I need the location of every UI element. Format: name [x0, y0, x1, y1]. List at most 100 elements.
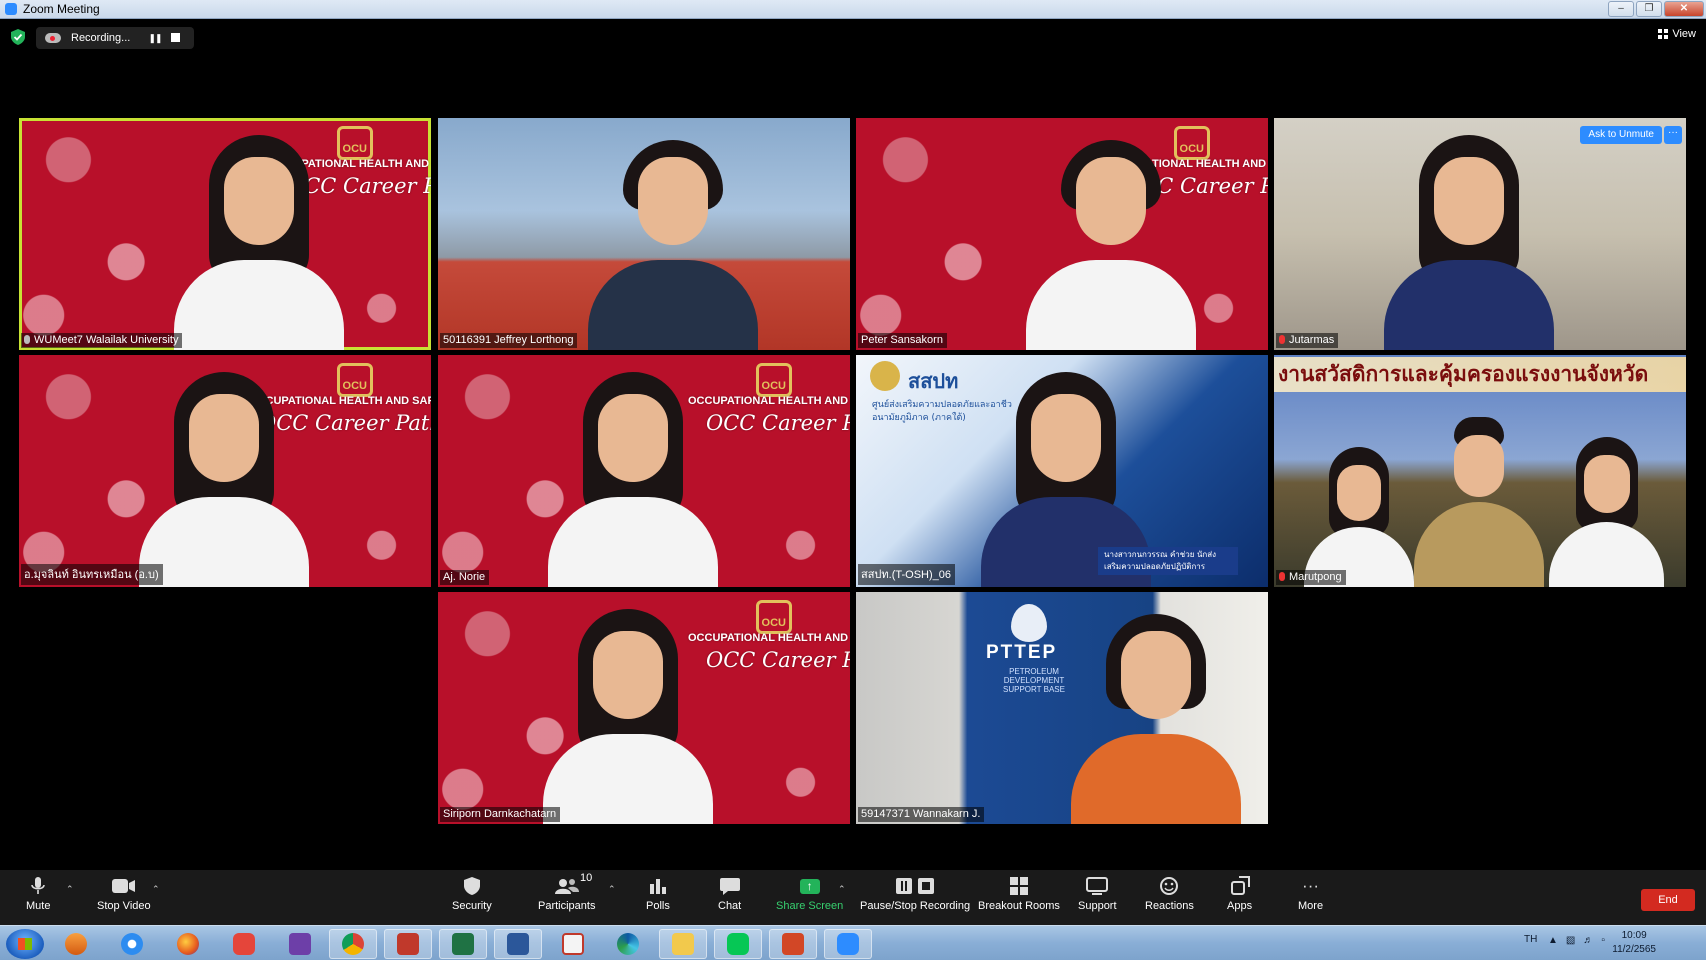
- pin-icon: [24, 335, 30, 344]
- polls-icon: [649, 874, 667, 898]
- bg-heading: PTTEP: [986, 642, 1058, 663]
- participant-name: Peter Sansakorn: [858, 333, 947, 348]
- smiley-icon: [1159, 874, 1179, 898]
- internet-explorer-icon[interactable]: [108, 929, 156, 959]
- input-language[interactable]: TH: [1524, 934, 1537, 945]
- view-button[interactable]: View: [1658, 28, 1696, 40]
- share-screen-button[interactable]: ↑ Share Screen: [776, 874, 843, 912]
- pause-stop-recording-button[interactable]: Pause/Stop Recording: [860, 874, 970, 912]
- participant-name: 50116391 Jeffrey Lorthong: [440, 333, 578, 348]
- word-icon[interactable]: [494, 929, 542, 959]
- powerpoint-icon[interactable]: [769, 929, 817, 959]
- restore-button[interactable]: ❐: [1636, 1, 1662, 17]
- cloud-recording-icon: [45, 33, 61, 43]
- video-tile[interactable]: PTTEP PETROLEUM DEVELOPMENT SUPPORT BASE…: [856, 592, 1268, 824]
- title-bar: Zoom Meeting – ❐ ✕: [0, 0, 1706, 19]
- video-tile[interactable]: สสปท ศูนย์ส่งเสริมความปลอดภัยและอาชีวอนา…: [856, 355, 1268, 587]
- participant-video: [548, 372, 718, 587]
- pause-stop-recording-icon: [895, 874, 935, 898]
- network-icon[interactable]: ▧: [1566, 935, 1575, 946]
- participant-video: [1071, 609, 1241, 824]
- bandicam-icon[interactable]: [220, 929, 268, 959]
- ocu-logo-icon: OCU: [756, 363, 792, 397]
- audio-options-caret-icon[interactable]: ⌃: [66, 884, 74, 895]
- firefox-icon[interactable]: [164, 929, 212, 959]
- participant-name: WUMeet7 Walailak University: [21, 333, 183, 348]
- line-icon[interactable]: [714, 929, 762, 959]
- participant-video: [1026, 135, 1196, 350]
- grid-view-icon: [1658, 29, 1669, 39]
- start-button[interactable]: [6, 929, 44, 959]
- video-tile[interactable]: Ask to Unmute ··· Jutarmas: [1274, 118, 1686, 350]
- participant-video: [588, 135, 758, 350]
- participant-video: [174, 135, 344, 350]
- pause-recording-icon[interactable]: ❚❚: [148, 31, 162, 45]
- chrome-icon[interactable]: [329, 929, 377, 959]
- zoom-app-icon: [5, 3, 17, 15]
- more-options-icon[interactable]: ···: [1664, 126, 1682, 144]
- participant-video: [139, 372, 309, 587]
- participant-name: Siriporn Darnkachatarn: [440, 807, 561, 822]
- apps-button[interactable]: Apps: [1227, 874, 1252, 912]
- window-title: Zoom Meeting: [23, 2, 100, 16]
- participant-name: สสปท.(T-OSH)_06: [858, 564, 956, 585]
- media-player-icon[interactable]: [52, 929, 100, 959]
- clock-time: 10:09: [1621, 930, 1647, 941]
- bg-caption: นางสาวกนกวรรณ คำช่วย นักส่งเสริมความปลอด…: [1098, 547, 1238, 575]
- visual-studio-icon[interactable]: [276, 929, 324, 959]
- muted-mic-icon: [1279, 335, 1285, 344]
- ask-to-unmute-button[interactable]: Ask to Unmute: [1580, 126, 1662, 144]
- polls-button[interactable]: Polls: [646, 874, 670, 912]
- more-button[interactable]: ··· More: [1298, 874, 1323, 912]
- stop-video-button[interactable]: Stop Video: [97, 874, 151, 912]
- minimize-button[interactable]: –: [1608, 1, 1634, 17]
- participant-name: Marutpong: [1276, 570, 1346, 585]
- participant-video: [1384, 135, 1554, 350]
- recording-indicator: Recording... ❚❚: [36, 27, 194, 49]
- participant-video: [543, 609, 713, 824]
- view-label: View: [1672, 28, 1696, 40]
- app-red-icon[interactable]: [384, 929, 432, 959]
- video-tile[interactable]: OCU OCCUPATIONAL HEALTH AND SAFETY OCC C…: [438, 592, 850, 824]
- stop-recording-icon[interactable]: [171, 33, 180, 42]
- system-tray: ▲ ▧ ♬ ▫: [1548, 935, 1605, 946]
- video-tile[interactable]: 50116391 Jeffrey Lorthong: [438, 118, 850, 350]
- video-tile[interactable]: งานสวัสดิการและคุ้มครองแรงงานจังหวัด Mar…: [1274, 355, 1686, 587]
- acrobat-icon[interactable]: [549, 929, 597, 959]
- ocu-logo-icon: OCU: [756, 600, 792, 634]
- share-options-caret-icon[interactable]: ⌃: [838, 884, 846, 895]
- breakout-rooms-button[interactable]: Breakout Rooms: [978, 874, 1060, 912]
- windows-taskbar: TH ▲ ▧ ♬ ▫ 10:09 11/2/2565: [0, 925, 1706, 960]
- file-explorer-icon[interactable]: [659, 929, 707, 959]
- security-button[interactable]: Security: [452, 874, 492, 912]
- muted-mic-icon: [1279, 572, 1285, 581]
- participant-count-badge: 10: [580, 872, 593, 884]
- video-options-caret-icon[interactable]: ⌃: [152, 884, 160, 895]
- end-meeting-button[interactable]: End: [1641, 889, 1695, 911]
- share-screen-icon: ↑: [799, 874, 820, 898]
- edge-icon[interactable]: [604, 929, 652, 959]
- participant-name: 59147371 Wannakarn J.: [858, 807, 985, 822]
- participant-name: Jutarmas: [1276, 333, 1339, 348]
- support-button[interactable]: Support: [1078, 874, 1117, 912]
- participants-options-caret-icon[interactable]: ⌃: [608, 884, 616, 895]
- pttep-logo-icon: [1011, 604, 1047, 642]
- volume-icon[interactable]: ♬: [1583, 935, 1593, 946]
- chat-button[interactable]: Chat: [718, 874, 741, 912]
- meeting-top-bar: Recording... ❚❚ View: [0, 22, 1706, 52]
- video-tile[interactable]: OCU OCCUPATIONAL HEALTH AND SAFETY OCC C…: [19, 118, 431, 350]
- more-dots-icon: ···: [1302, 876, 1320, 895]
- video-tile[interactable]: OCU OCCUPATIONAL HEALTH AND SAFETY OCC C…: [438, 355, 850, 587]
- video-tile[interactable]: OCU OCCUPATIONAL HEALTH AND SAFETY OCC C…: [19, 355, 431, 587]
- zoom-icon[interactable]: [824, 929, 872, 959]
- security-shield-icon[interactable]: [11, 29, 25, 45]
- clock[interactable]: 10:09 11/2/2565: [1612, 929, 1656, 957]
- excel-icon[interactable]: [439, 929, 487, 959]
- action-center-icon[interactable]: ▫: [1601, 935, 1605, 946]
- reactions-button[interactable]: Reactions: [1145, 874, 1194, 912]
- participant-name: Aj. Norie: [440, 570, 490, 585]
- close-button[interactable]: ✕: [1664, 1, 1704, 17]
- show-hidden-icons-icon[interactable]: ▲: [1548, 935, 1558, 946]
- mute-button[interactable]: Mute: [26, 874, 50, 912]
- video-tile[interactable]: OCU OCCUPATIONAL HEALTH AND SAFETY OCC C…: [856, 118, 1268, 350]
